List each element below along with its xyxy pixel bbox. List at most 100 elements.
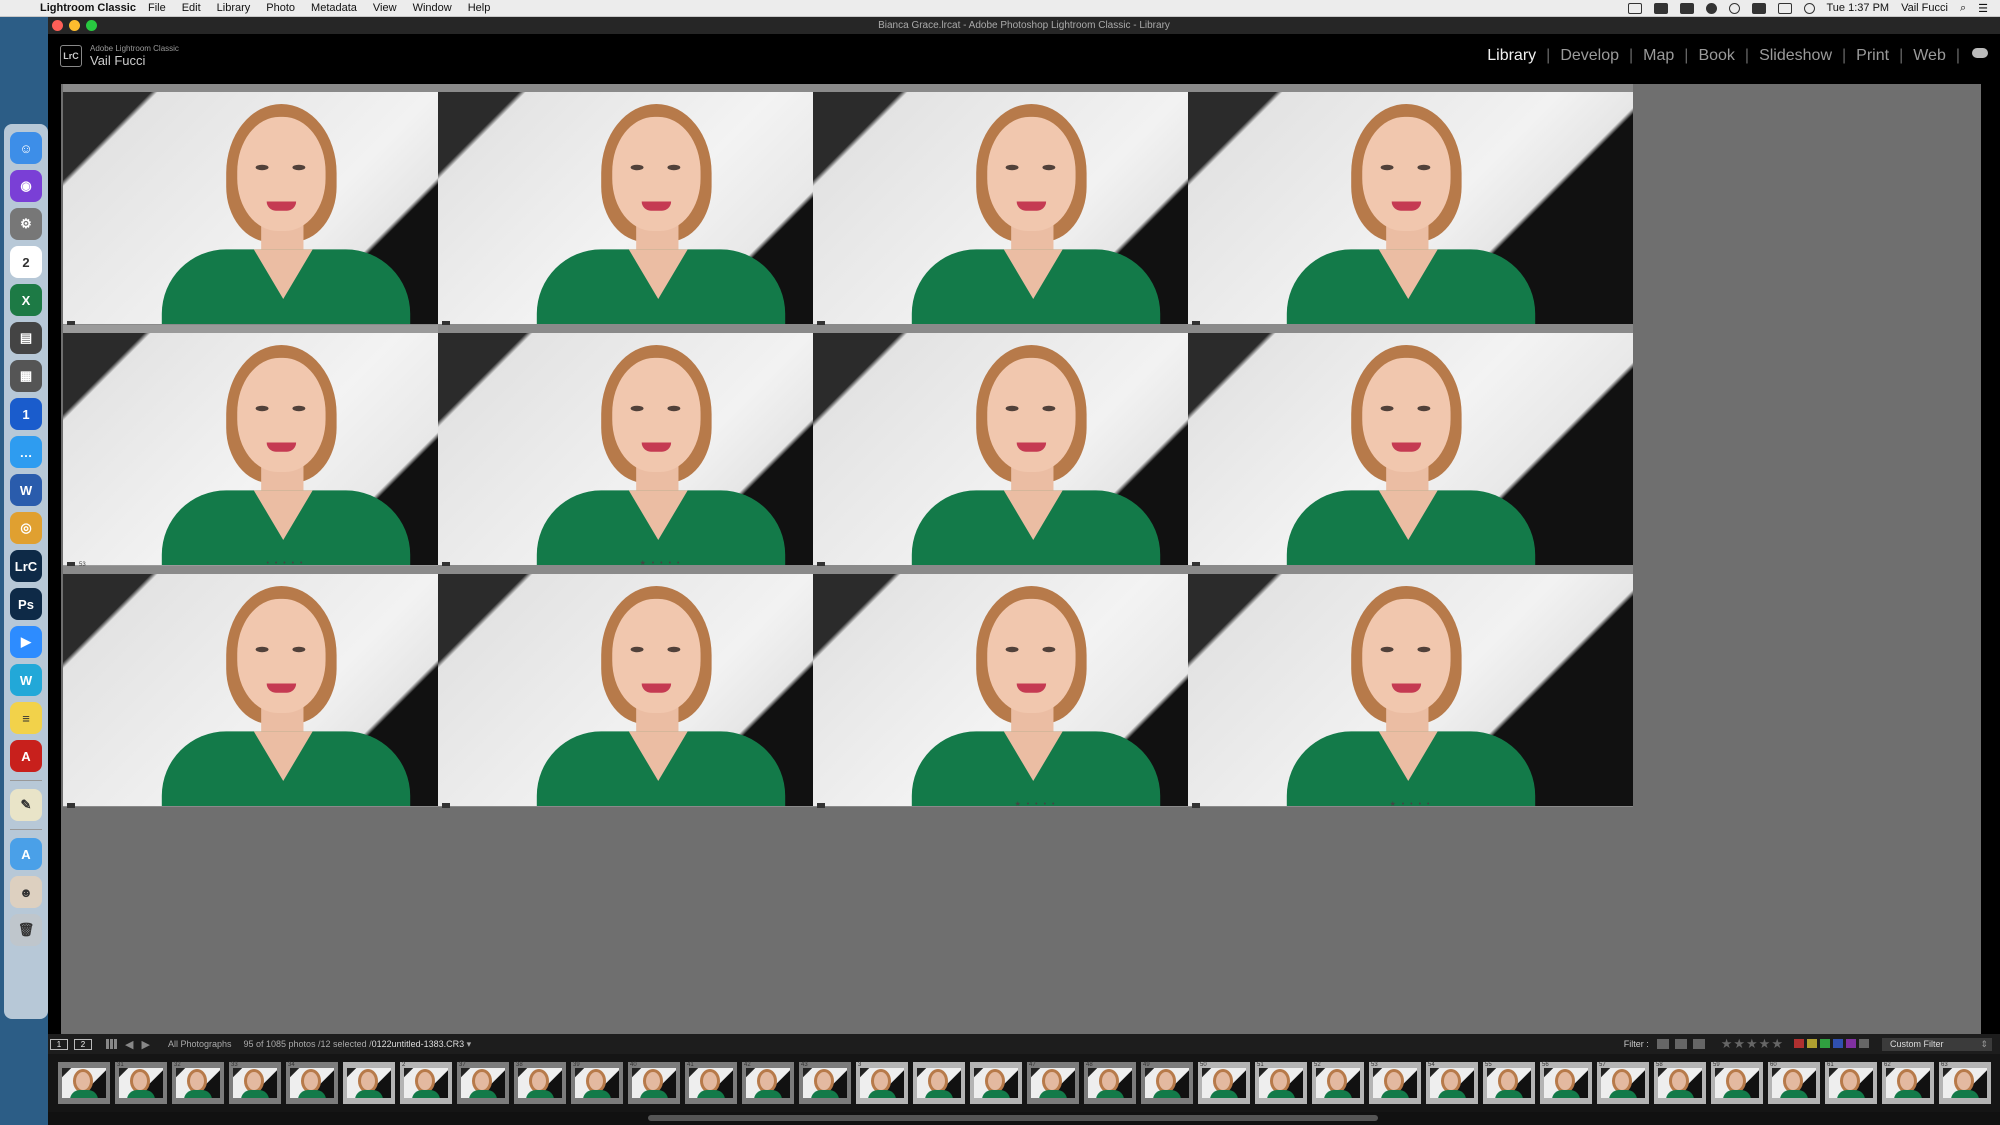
filmstrip-thumb[interactable]: 57	[1597, 1062, 1649, 1104]
color-label-swatch[interactable]	[1794, 1038, 1804, 1048]
menu-window[interactable]: Window	[413, 2, 452, 14]
module-develop[interactable]: Develop	[1550, 47, 1629, 65]
cell-rating[interactable]: ★ • • • •	[1188, 800, 1633, 808]
module-web[interactable]: Web	[1903, 47, 1956, 65]
calendar-icon[interactable]: 2	[10, 246, 42, 278]
module-book[interactable]: Book	[1688, 47, 1744, 65]
notification-center-icon[interactable]: ☰	[1978, 2, 1988, 15]
filmstrip-thumb[interactable]: 51	[1255, 1062, 1307, 1104]
filmstrip-scroll-thumb[interactable]	[648, 1115, 1378, 1121]
menu-library[interactable]: Library	[217, 2, 251, 14]
photo-thumb-icon[interactable]: ☻	[10, 876, 42, 908]
filmstrip-thumb[interactable]: 61	[1825, 1062, 1877, 1104]
menu-file[interactable]: File	[148, 2, 166, 14]
filmstrip-thumb[interactable]: 63	[1939, 1062, 1991, 1104]
filmstrip-thumb[interactable]: 54	[1426, 1062, 1478, 1104]
filmstrip-thumb[interactable]: 49	[1141, 1062, 1193, 1104]
filmstrip-thumb[interactable]: 34	[286, 1062, 338, 1104]
menu-edit[interactable]: Edit	[182, 2, 201, 14]
grid-cell[interactable]: ★ • • • •	[1188, 566, 1633, 808]
filmstrip-scrollbar[interactable]	[48, 1112, 2000, 1125]
filmstrip-thumb[interactable]: 40	[628, 1062, 680, 1104]
creative-cloud-icon[interactable]	[1705, 2, 1717, 14]
time-machine-icon[interactable]	[1627, 2, 1642, 14]
trash-icon[interactable]: 🗑	[10, 914, 42, 946]
filmstrip-thumb[interactable]: 60	[1768, 1062, 1820, 1104]
filmstrip-thumb[interactable]: 53	[1369, 1062, 1421, 1104]
photo-thumbnail[interactable]	[1188, 333, 1633, 565]
textedit-icon[interactable]: ✎	[10, 789, 42, 821]
reject-filter-icon[interactable]	[1674, 1039, 1687, 1049]
menubar-clock[interactable]: Tue 1:37 PM	[1827, 2, 1890, 14]
wifi-icon[interactable]	[1803, 2, 1815, 14]
menubar-user[interactable]: Vail Fucci	[1901, 2, 1948, 14]
filmstrip-thumb[interactable]: 31	[115, 1062, 167, 1104]
filmstrip-count[interactable]: 95 of 1085 photos /12 selected /0122unti…	[243, 1039, 471, 1050]
finder-icon[interactable]: ☺	[10, 132, 42, 164]
filmstrip-thumb[interactable]: 52	[1312, 1062, 1364, 1104]
menu-metadata[interactable]: Metadata	[311, 2, 357, 14]
cloud-sync-icon[interactable]	[1972, 48, 1988, 58]
grid-view-icon[interactable]	[106, 1039, 117, 1049]
module-library[interactable]: Library	[1477, 47, 1546, 65]
forward-arrow-icon[interactable]: ▶	[141, 1038, 149, 1051]
printer-icon[interactable]: ▤	[10, 322, 42, 354]
star-filter-icon[interactable]: ★★★★★	[1721, 1036, 1784, 1052]
back-arrow-icon[interactable]: ◀	[125, 1038, 133, 1051]
photo-thumbnail[interactable]	[1188, 574, 1633, 806]
filmstrip-thumb[interactable]: 42	[742, 1062, 794, 1104]
filmstrip-thumb[interactable]: 48	[1084, 1062, 1136, 1104]
lightroom-icon[interactable]: LrC	[10, 550, 42, 582]
menu-app-name[interactable]: Lightroom Classic	[40, 2, 136, 14]
filmstrip-thumb[interactable]: 56	[1540, 1062, 1592, 1104]
filmstrip-thumb[interactable]: 33	[229, 1062, 281, 1104]
word-icon[interactable]: W	[10, 474, 42, 506]
filmstrip-source[interactable]: All Photographs	[168, 1039, 232, 1049]
edited-filter-icon[interactable]	[1692, 1039, 1705, 1049]
dropbox-icon[interactable]	[1653, 2, 1668, 14]
color-label-swatch[interactable]	[1859, 1038, 1869, 1048]
display-icon[interactable]	[1679, 2, 1694, 14]
filmstrip-thumb[interactable]	[970, 1062, 1022, 1104]
siri-icon[interactable]: ◉	[10, 170, 42, 202]
filmstrip-thumb[interactable]: 62	[1882, 1062, 1934, 1104]
filmstrip-thumb[interactable]: 50	[1198, 1062, 1250, 1104]
filmstrip-thumb[interactable]: 41	[685, 1062, 737, 1104]
grid-cell[interactable]	[1188, 84, 1633, 326]
flame-icon[interactable]	[1728, 2, 1740, 14]
bluetooth-icon[interactable]	[1777, 2, 1792, 14]
photoshop-icon[interactable]: Ps	[10, 588, 42, 620]
secondary-screen-button[interactable]: 2	[74, 1038, 92, 1050]
calculator-icon[interactable]: ▦	[10, 360, 42, 392]
menu-help[interactable]: Help	[468, 2, 491, 14]
main-screen-button[interactable]: 1	[50, 1038, 68, 1050]
filmstrip-thumb[interactable]: 37	[457, 1062, 509, 1104]
color-label-swatch[interactable]	[1833, 1038, 1843, 1048]
1password-icon[interactable]: 1	[10, 398, 42, 430]
custom-filter-select[interactable]: Custom Filter ⇕	[1882, 1037, 1992, 1051]
color-label-swatch[interactable]	[1807, 1038, 1817, 1048]
filmstrip-thumb[interactable]: 43	[799, 1062, 851, 1104]
filmstrip-thumb[interactable]: 3	[856, 1062, 908, 1104]
menu-view[interactable]: View	[373, 2, 397, 14]
filmstrip-thumb[interactable]: 55	[1483, 1062, 1535, 1104]
photo-thumbnail[interactable]	[1188, 92, 1633, 324]
excel-icon[interactable]: X	[10, 284, 42, 316]
chrome-icon[interactable]: ◎	[10, 512, 42, 544]
messages-icon[interactable]: …	[10, 436, 42, 468]
flag-filter-icon[interactable]	[1656, 1039, 1669, 1049]
filmstrip-thumb[interactable]	[343, 1062, 395, 1104]
acrobat-icon[interactable]: A	[10, 740, 42, 772]
filmstrip-thumb[interactable]	[58, 1062, 110, 1104]
color-label-swatch[interactable]	[1820, 1038, 1830, 1048]
filmstrip-thumb[interactable]: 58	[1654, 1062, 1706, 1104]
color-label-swatch[interactable]	[1846, 1038, 1856, 1048]
stickies-icon[interactable]: ≡	[10, 702, 42, 734]
filmstrip-thumb[interactable]: 2	[400, 1062, 452, 1104]
photo-grid[interactable]: 53• • • • •✕★ • • • •★ • • • •★ • • • •	[61, 84, 1981, 1034]
webex-icon[interactable]: W	[10, 664, 42, 696]
filmstrip-thumb[interactable]: 39	[571, 1062, 623, 1104]
filmstrip[interactable]: 31 32 33 34 2 37 38 39 40 41 42 43 3 47 48 49 50 51 52 53 54…	[48, 1054, 2000, 1112]
spotlight-icon[interactable]: ⌕	[1960, 2, 1966, 15]
battery-icon[interactable]	[1751, 2, 1766, 14]
